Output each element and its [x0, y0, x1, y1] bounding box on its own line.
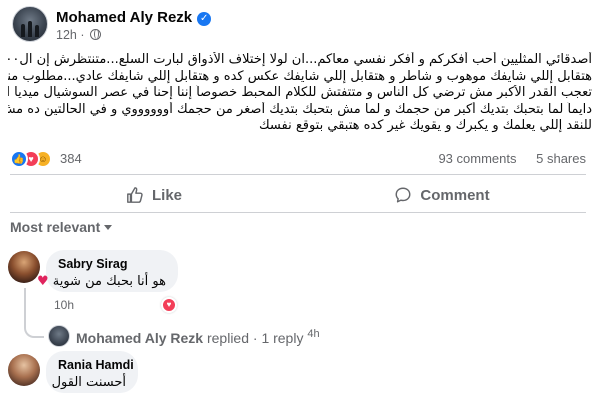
caret-down-icon [104, 225, 113, 230]
comment-bubble: Rania Hamdi أحسنت القول [46, 351, 138, 393]
author-avatar[interactable] [12, 6, 48, 42]
commenter-name[interactable]: Sabry Sirag [58, 257, 166, 271]
comment-button[interactable]: Comment [298, 178, 586, 212]
post-meta: 12h · [56, 28, 101, 42]
post-time[interactable]: 12h [56, 28, 77, 42]
commenter-avatar[interactable] [8, 354, 40, 386]
commenter-name[interactable]: Rania Hamdi [58, 358, 134, 372]
reply-thread-line [24, 288, 44, 338]
author-name[interactable]: Mohamed Aly Rezk [56, 9, 192, 26]
divider [10, 212, 586, 213]
reply-label: replied · 1 reply [206, 330, 304, 346]
shares-count[interactable]: 5 shares [536, 151, 586, 166]
like-button[interactable]: Like [10, 178, 298, 212]
post-text-line: للنقد إللي يعلمك و يكبرك و يقويك غير كده… [258, 118, 592, 133]
reply-author-avatar[interactable] [48, 325, 70, 347]
commenter-avatar[interactable] [8, 251, 40, 283]
love-reaction-icon[interactable]: ♥ [161, 297, 177, 313]
post-text: أصدقائي المثليين أحب أفكركم و أفكر نفسي … [8, 52, 592, 135]
post-text-line: هتقابل إللي شايفك موهوب و شاطر و هتقابل … [8, 68, 592, 84]
comment-bubble: Sabry Sirag هو أنا بحبك من شوية ♥ [37, 250, 178, 292]
post-stats: ☺ ♥ 👍 384 93 comments 5 shares [10, 150, 586, 168]
reply-author-name: Mohamed Aly Rezk [76, 330, 204, 346]
reaction-count[interactable]: 384 [60, 151, 82, 166]
comment-time[interactable]: 10h [54, 298, 74, 312]
comment-text: أحسنت القول [51, 375, 126, 390]
verified-badge-icon: ✓ [197, 12, 212, 26]
comments-count[interactable]: 93 comments [438, 151, 516, 166]
comment-icon [395, 187, 411, 203]
post-actions: Like Comment [10, 178, 586, 212]
post-header: Mohamed Aly Rezk ✓ 12h · [12, 6, 582, 44]
avatar-figure [35, 25, 39, 37]
heart-emoji-icon: ♥ [36, 274, 49, 289]
globe-icon [89, 29, 101, 40]
reply-time: 4h [307, 328, 320, 340]
avatar-figure [28, 21, 32, 37]
post-text-line: دايماً لما بتحبك بتديك أكبر من حجمك و لم… [8, 101, 592, 117]
post-text-line: تعجب القدر الأكبر مش ترضي كل الناس و متت… [8, 85, 592, 100]
comment-body: هو أنا بحبك من شوية [52, 274, 166, 289]
comments-filter-label: Most relevant [10, 219, 101, 235]
like-label: Like [151, 186, 182, 204]
comment-label: Comment [420, 186, 490, 204]
divider [10, 174, 586, 175]
author-name-row: Mohamed Aly Rezk ✓ [56, 9, 212, 26]
avatar-figure [21, 24, 25, 37]
engagement-counts: 93 comments 5 shares [422, 151, 586, 166]
comment-text: هو أنا بحبك من شوية ♥ [37, 274, 166, 289]
thumbs-up-icon [127, 187, 143, 203]
comments-filter[interactable]: Most relevant [10, 219, 113, 235]
post-text-line: أصدقائي المثليين أحب أفكركم و أفكر نفسي … [8, 52, 592, 67]
like-reaction-icon: 👍 [10, 150, 28, 168]
view-replies-link[interactable]: Mohamed Aly Rezk replied · 1 reply 4h [76, 328, 320, 346]
